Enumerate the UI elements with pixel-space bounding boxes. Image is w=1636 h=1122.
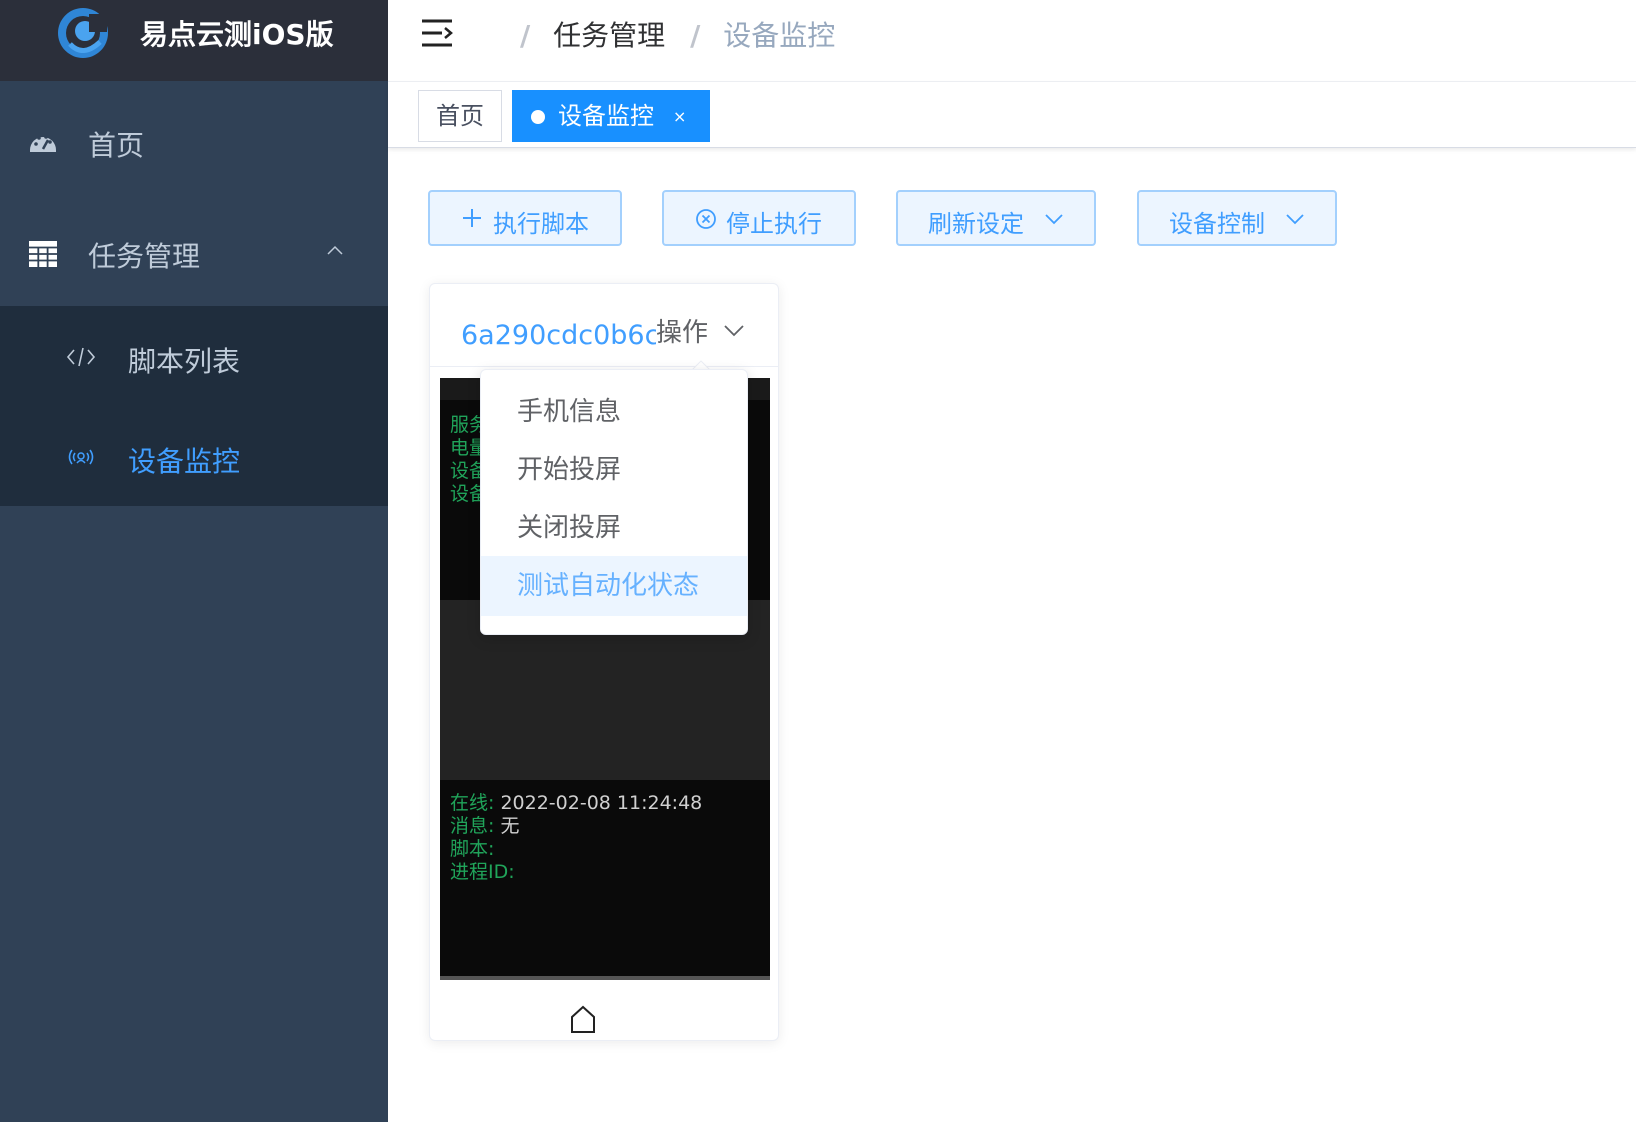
stop-execution-button[interactable]: 停止执行 xyxy=(662,190,856,246)
brand-bar: 易点云测iOS版 xyxy=(0,0,388,81)
button-label: 设备控制 xyxy=(1169,210,1265,238)
device-control-dropdown[interactable]: 设备控制 xyxy=(1137,190,1337,246)
chevron-down-icon xyxy=(1045,214,1063,225)
info-key: 脚本: xyxy=(450,838,495,860)
house-icon[interactable] xyxy=(568,1004,598,1034)
operation-dropdown-menu: 手机信息 开始投屏 关闭投屏 测试自动化状态 xyxy=(480,369,748,635)
dashboard-icon xyxy=(30,135,56,152)
info-key: 消息: xyxy=(450,815,495,837)
info-row-pid: 进程ID: xyxy=(450,861,702,884)
hamburger-icon[interactable] xyxy=(420,16,454,50)
refresh-settings-dropdown[interactable]: 刷新设定 xyxy=(896,190,1096,246)
active-dot xyxy=(531,110,545,124)
breadcrumb-task-management[interactable]: 任务管理 xyxy=(553,14,665,54)
sidebar-item-device-monitor[interactable]: 设备监控 xyxy=(0,406,388,506)
info-row-script: 脚本: xyxy=(450,838,702,861)
sidebar-item-label: 脚本列表 xyxy=(128,345,241,378)
tag-label: 设备监控 xyxy=(558,102,654,130)
menu-item-phone-info[interactable]: 手机信息 xyxy=(481,382,747,442)
device-id: 6a290cdc0b6c xyxy=(461,320,657,351)
circle-close-icon xyxy=(696,209,716,229)
device-card-header: 6a290cdc0b6c 操作 xyxy=(430,284,778,367)
info-key: 进程ID: xyxy=(450,861,515,883)
menu-item-start-mirroring[interactable]: 开始投屏 xyxy=(481,440,747,500)
info-row-message: 消息: 无 xyxy=(450,815,702,838)
device-info: 在线: 2022-02-08 11:24:48 消息: 无 脚本: 进程ID: xyxy=(450,792,702,884)
code-icon xyxy=(66,347,96,367)
app-title: 易点云测iOS版 xyxy=(140,18,334,51)
button-label: 停止执行 xyxy=(726,210,822,238)
sidebar-item-label: 设备监控 xyxy=(128,445,241,478)
sidebar-item-label: 首页 xyxy=(88,129,145,162)
screen-bottom-bar xyxy=(440,976,770,980)
sidebar-item-home[interactable]: 首页 xyxy=(0,86,388,196)
menu-item-stop-mirroring[interactable]: 关闭投屏 xyxy=(481,498,747,558)
sidebar-item-script-list[interactable]: 脚本列表 xyxy=(0,306,388,406)
info-value: 无 xyxy=(500,815,520,837)
navbar: / 任务管理 / 设备监控 xyxy=(388,0,1636,82)
plus-icon xyxy=(463,209,481,227)
sidebar-item-task-management[interactable]: 任务管理 xyxy=(0,197,388,307)
sidebar-item-label: 任务管理 xyxy=(88,240,201,273)
chevron-up-icon xyxy=(327,245,343,255)
breadcrumb-current: 设备监控 xyxy=(723,19,836,52)
tag-home[interactable]: 首页 xyxy=(418,90,502,142)
info-row-online: 在线: 2022-02-08 11:24:48 xyxy=(450,792,702,815)
broadcast-icon xyxy=(68,449,94,465)
tag-close-icon[interactable]: × xyxy=(673,92,686,142)
button-label: 执行脚本 xyxy=(493,210,589,238)
button-label: 刷新设定 xyxy=(928,210,1024,238)
info-key: 在线: xyxy=(450,792,495,814)
table-icon xyxy=(29,241,57,267)
info-value: 2022-02-08 11:24:48 xyxy=(500,792,703,814)
tags-view: 首页 设备监控 × xyxy=(388,82,1636,148)
sidebar: 易点云测iOS版 首页 任务管理 脚本列表 设备监控 xyxy=(0,0,388,1122)
execute-script-button[interactable]: 执行脚本 xyxy=(428,190,622,246)
tag-device-monitor[interactable]: 设备监控 × xyxy=(512,90,710,142)
chevron-down-icon xyxy=(1286,214,1304,225)
menu-item-test-automation-status[interactable]: 测试自动化状态 xyxy=(481,556,747,616)
breadcrumb-separator: / xyxy=(520,19,531,52)
breadcrumb-separator: / xyxy=(690,19,701,52)
logo-icon xyxy=(58,8,108,58)
breadcrumb: / 任务管理 / 设备监控 xyxy=(520,14,835,54)
submenu-task-management: 脚本列表 设备监控 xyxy=(0,306,388,506)
operation-dropdown-trigger[interactable]: 操作 xyxy=(656,312,715,349)
chevron-down-icon[interactable] xyxy=(723,324,745,338)
